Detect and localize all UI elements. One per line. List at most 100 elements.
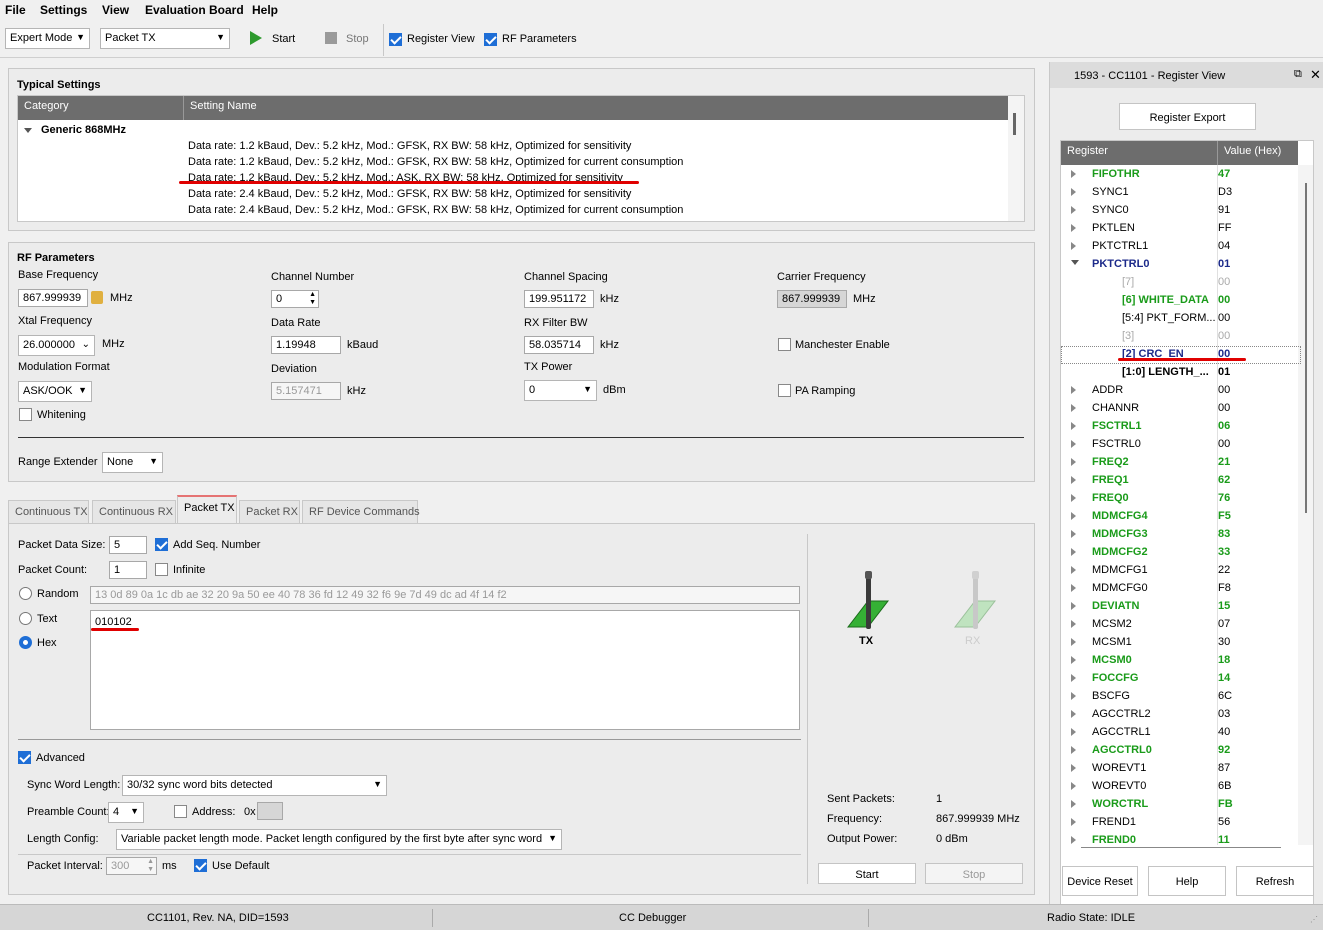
lock-icon[interactable] xyxy=(91,291,103,304)
expand-arrow-icon[interactable] xyxy=(1071,638,1076,646)
register-row[interactable]: PKTLEN FF xyxy=(1061,220,1301,238)
expand-arrow-icon[interactable] xyxy=(1071,530,1076,538)
scrollbar-thumb[interactable] xyxy=(1305,183,1307,513)
menu-file[interactable]: File xyxy=(5,3,26,17)
register-value[interactable]: 6C xyxy=(1218,690,1232,702)
column-header-value[interactable]: Value (Hex) xyxy=(1218,141,1298,165)
register-row[interactable]: WOREVT1 87 xyxy=(1061,760,1301,778)
start-button[interactable]: Start xyxy=(272,33,295,45)
close-icon[interactable]: ✕ xyxy=(1310,67,1321,83)
register-row[interactable]: MDMCFG0 F8 xyxy=(1061,580,1301,598)
register-row[interactable]: [3] 00 xyxy=(1061,328,1301,346)
manchester-checkbox[interactable] xyxy=(778,338,791,351)
register-row[interactable]: MCSM1 30 xyxy=(1061,634,1301,652)
register-value[interactable]: F5 xyxy=(1218,510,1231,522)
register-row[interactable]: PKTCTRL1 04 xyxy=(1061,238,1301,256)
register-value[interactable]: 87 xyxy=(1218,762,1230,774)
typical-scrollbar[interactable] xyxy=(1008,96,1024,221)
register-value[interactable]: 11 xyxy=(1218,834,1230,846)
device-reset-button[interactable]: Device Reset xyxy=(1062,866,1138,896)
register-value[interactable]: 22 xyxy=(1218,564,1230,576)
register-row[interactable]: FREQ0 76 xyxy=(1061,490,1301,508)
random-radio[interactable] xyxy=(19,587,32,600)
register-value[interactable]: 21 xyxy=(1218,456,1230,468)
register-row[interactable]: WOREVT0 6B xyxy=(1061,778,1301,796)
register-row[interactable]: FSCTRL0 00 xyxy=(1061,436,1301,454)
register-row[interactable]: [2] CRC_EN 00 xyxy=(1061,346,1301,364)
register-row[interactable]: DEVIATN 15 xyxy=(1061,598,1301,616)
restore-icon[interactable]: ⧉ xyxy=(1294,68,1302,81)
tab-rf-device-commands[interactable]: RF Device Commands xyxy=(302,500,420,523)
address-input[interactable] xyxy=(257,802,283,820)
expand-arrow-icon[interactable] xyxy=(1071,386,1076,394)
expand-arrow-icon[interactable] xyxy=(1071,674,1076,682)
random-data-field[interactable]: 13 0d 89 0a 1c db ae 32 20 9a 50 ee 40 7… xyxy=(90,586,800,604)
expand-arrow-icon[interactable] xyxy=(1071,224,1076,232)
pa-ramping-checkbox[interactable] xyxy=(778,384,791,397)
register-row[interactable]: MDMCFG1 22 xyxy=(1061,562,1301,580)
typical-row[interactable]: Data rate: 1.2 kBaud, Dev.: 5.2 kHz, Mod… xyxy=(188,156,683,168)
typical-row[interactable]: Data rate: 1.2 kBaud, Dev.: 5.2 kHz, Mod… xyxy=(188,140,631,152)
register-value[interactable]: FF xyxy=(1218,222,1231,234)
xtal-frequency-select[interactable]: 26.000000 ⌄ xyxy=(18,335,95,356)
register-row[interactable]: PKTCTRL0 01 xyxy=(1061,256,1301,274)
register-value[interactable]: 00 xyxy=(1218,330,1230,342)
hex-radio[interactable] xyxy=(19,636,32,649)
register-value[interactable]: 00 xyxy=(1218,384,1230,396)
register-value[interactable]: D3 xyxy=(1218,186,1232,198)
expand-arrow-icon[interactable] xyxy=(1071,512,1076,520)
register-value[interactable]: 92 xyxy=(1218,744,1230,756)
expand-arrow-icon[interactable] xyxy=(1071,440,1076,448)
register-row[interactable]: AGCCTRL2 03 xyxy=(1061,706,1301,724)
register-value[interactable]: 18 xyxy=(1218,654,1230,666)
address-checkbox[interactable] xyxy=(174,805,187,818)
menu-view[interactable]: View xyxy=(102,3,129,17)
register-value[interactable]: 40 xyxy=(1218,726,1230,738)
register-value[interactable]: 56 xyxy=(1218,816,1230,828)
whitening-checkbox[interactable] xyxy=(19,408,32,421)
expand-arrow-icon[interactable] xyxy=(1071,404,1076,412)
menu-help[interactable]: Help xyxy=(252,3,278,17)
expand-arrow-icon[interactable] xyxy=(1071,818,1076,826)
register-value[interactable]: 01 xyxy=(1218,366,1230,378)
packet-start-button[interactable]: Start xyxy=(818,863,916,884)
register-value[interactable]: 00 xyxy=(1218,312,1230,324)
register-row[interactable]: [6] WHITE_DATA 00 xyxy=(1061,292,1301,310)
register-export-button[interactable]: Register Export xyxy=(1119,103,1256,130)
register-value[interactable]: 01 xyxy=(1218,258,1230,270)
expand-arrow-icon[interactable] xyxy=(1071,566,1076,574)
collapse-arrow-icon[interactable] xyxy=(24,128,32,133)
register-value[interactable]: 47 xyxy=(1218,168,1230,180)
range-extender-select[interactable]: None ▼ xyxy=(102,452,163,473)
expand-arrow-icon[interactable] xyxy=(1071,656,1076,664)
use-default-checkbox[interactable] xyxy=(194,859,207,872)
expand-arrow-icon[interactable] xyxy=(1071,746,1076,754)
register-value[interactable]: 62 xyxy=(1218,474,1230,486)
register-row[interactable]: MCSM2 07 xyxy=(1061,616,1301,634)
refresh-button[interactable]: Refresh xyxy=(1236,866,1314,896)
register-value[interactable]: 03 xyxy=(1218,708,1230,720)
column-header-category[interactable]: Category xyxy=(18,96,184,120)
register-row[interactable]: FREQ1 62 xyxy=(1061,472,1301,490)
advanced-checkbox[interactable] xyxy=(18,751,31,764)
tx-power-select[interactable]: 0 ▼ xyxy=(524,380,597,401)
horizontal-scrollbar[interactable] xyxy=(1081,847,1281,848)
expand-arrow-icon[interactable] xyxy=(1071,728,1076,736)
register-row[interactable]: MDMCFG4 F5 xyxy=(1061,508,1301,526)
modulation-format-select[interactable]: ASK/OOK ▼ xyxy=(18,381,92,402)
play-icon[interactable] xyxy=(250,31,262,45)
expand-arrow-icon[interactable] xyxy=(1071,800,1076,808)
expand-arrow-icon[interactable] xyxy=(1071,188,1076,196)
register-value[interactable]: 83 xyxy=(1218,528,1230,540)
register-value[interactable]: 15 xyxy=(1218,600,1230,612)
typical-row[interactable]: Data rate: 2.4 kBaud, Dev.: 5.2 kHz, Mod… xyxy=(188,204,683,216)
length-config-select[interactable]: Variable packet length mode. Packet leng… xyxy=(116,829,562,850)
register-row[interactable]: BSCFG 6C xyxy=(1061,688,1301,706)
collapse-arrow-icon[interactable] xyxy=(1071,260,1079,265)
expand-arrow-icon[interactable] xyxy=(1071,458,1076,466)
scrollbar-thumb[interactable] xyxy=(1013,113,1016,135)
register-value[interactable]: F8 xyxy=(1218,582,1231,594)
register-row[interactable]: FREQ2 21 xyxy=(1061,454,1301,472)
infinite-checkbox[interactable] xyxy=(155,563,168,576)
expand-arrow-icon[interactable] xyxy=(1071,620,1076,628)
